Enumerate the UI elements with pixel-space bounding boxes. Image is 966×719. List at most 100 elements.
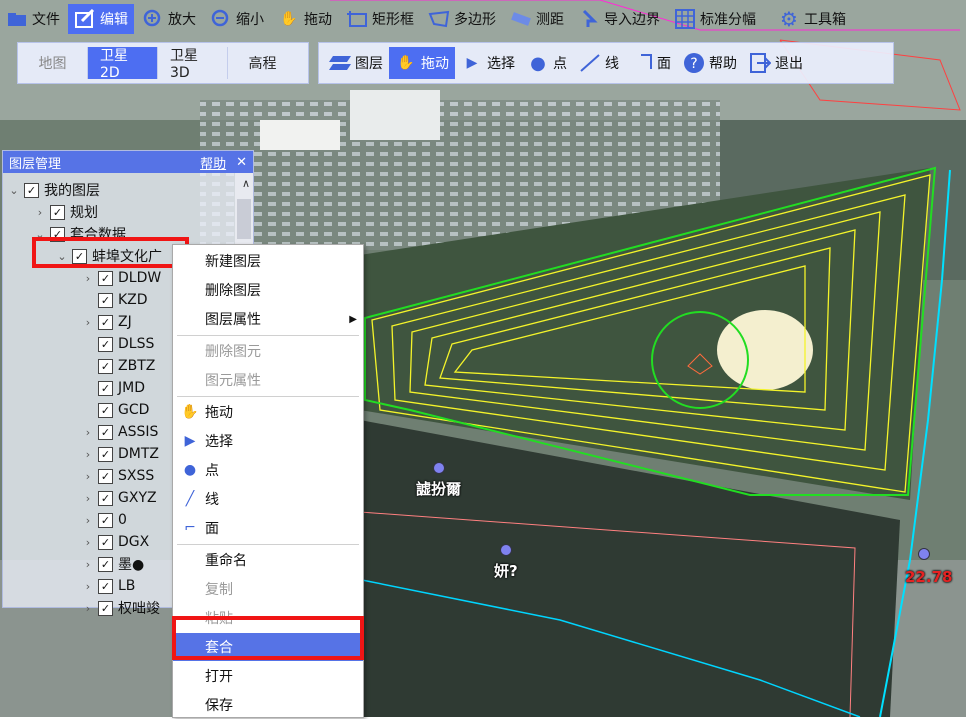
layer-checkbox[interactable]: ✓ [98, 578, 113, 594]
menu-item[interactable]: ▶ 选择 [173, 427, 363, 455]
tree-item[interactable]: ⌄ ✓ 我的图层 [7, 179, 100, 201]
layer-checkbox[interactable]: ✓ [98, 490, 113, 506]
chevron-right-icon[interactable]: › [81, 602, 95, 615]
tree-item[interactable]: › ✓ 0 [81, 509, 127, 531]
toolbar-polygon-button[interactable]: 多边形 [422, 4, 502, 34]
map-pin[interactable] [918, 548, 930, 560]
menu-item[interactable]: ● 点 [173, 456, 363, 484]
menu-item[interactable]: 打开 [173, 662, 363, 690]
menu-item[interactable]: 新建图层 [173, 247, 363, 275]
tool-help[interactable]: ? 帮助 [677, 47, 743, 79]
tree-item-label: 规划 [70, 205, 98, 221]
tab-satellite-3d[interactable]: 卫星3D [158, 47, 228, 81]
chevron-right-icon[interactable]: › [81, 536, 95, 549]
layer-checkbox[interactable]: ✓ [98, 292, 113, 308]
toolbar-import-button[interactable]: 导入边界 [572, 4, 666, 34]
toolbar-grid-button[interactable]: 标准分幅 [668, 4, 762, 34]
tree-item[interactable]: › ✓ DLDW [81, 267, 161, 289]
menu-separator [177, 544, 359, 545]
tree-item[interactable]: › ✓ 规划 [33, 201, 98, 223]
layer-checkbox[interactable]: ✓ [98, 468, 113, 484]
layer-checkbox[interactable]: ✓ [98, 600, 113, 616]
layer-checkbox[interactable]: ✓ [98, 446, 113, 462]
layer-checkbox[interactable]: ✓ [98, 534, 113, 550]
tool-label: 帮助 [709, 56, 737, 72]
close-icon[interactable]: ✕ [236, 155, 247, 170]
chevron-right-icon[interactable]: › [81, 514, 95, 527]
panel-help-link[interactable]: 帮助 [200, 153, 226, 172]
tree-item[interactable]: › ✓ DGX [81, 531, 149, 553]
map-pin[interactable] [500, 544, 512, 556]
menu-item[interactable]: ✋ 拖动 [173, 398, 363, 426]
layer-checkbox[interactable]: ✓ [98, 358, 113, 374]
layer-checkbox[interactable]: ✓ [98, 556, 113, 572]
tool-layers[interactable]: 图层 [323, 47, 389, 79]
menu-item[interactable]: 图元属性 [173, 366, 363, 394]
menu-item[interactable]: 重命名 [173, 546, 363, 574]
tree-item[interactable]: › ✓ ZJ [81, 311, 132, 333]
layer-checkbox[interactable]: ✓ [98, 270, 113, 286]
layer-checkbox[interactable]: ✓ [50, 204, 65, 220]
scroll-thumb[interactable] [237, 199, 251, 239]
point-icon: ● [183, 462, 197, 478]
chevron-right-icon[interactable]: › [81, 492, 95, 505]
tool-line[interactable]: 线 [573, 47, 625, 79]
toolbar-edit-button[interactable]: 编辑 [68, 4, 134, 34]
chevron-right-icon[interactable]: › [81, 426, 95, 439]
toolbar-zoom-out-button[interactable]: 缩小 [204, 4, 270, 34]
toolbar-toolbox-button[interactable]: ⚙ 工具箱 [772, 4, 852, 34]
toolbar-measure-button[interactable]: 测距 [504, 4, 570, 34]
grid-icon [674, 8, 696, 30]
tree-item[interactable]: ✓ ZBTZ [81, 355, 155, 377]
tree-item[interactable]: ✓ KZD [81, 289, 148, 311]
map-pin[interactable] [433, 462, 445, 474]
layer-checkbox[interactable]: ✓ [98, 380, 113, 396]
toolbar-rect-button[interactable]: 矩形框 [340, 4, 420, 34]
tree-item[interactable]: › ✓ ASSIS [81, 421, 159, 443]
chevron-up-icon[interactable]: ∧ [242, 177, 250, 190]
tree-item[interactable]: ✓ GCD [81, 399, 149, 421]
tree-item[interactable]: ✓ DLSS [81, 333, 154, 355]
chevron-down-icon[interactable]: ⌄ [7, 184, 21, 197]
chevron-right-icon[interactable]: › [81, 558, 95, 571]
chevron-right-icon[interactable]: › [81, 580, 95, 593]
tab-satellite-2d[interactable]: 卫星2D [88, 47, 158, 81]
menu-item[interactable]: 图层属性 ▶ [173, 305, 363, 333]
tree-item[interactable]: › ✓ LB [81, 575, 136, 597]
menu-item[interactable]: 删除图元 [173, 337, 363, 365]
menu-item[interactable]: ╱ 线 [173, 485, 363, 513]
toolbar-pan-button[interactable]: ✋ 拖动 [272, 4, 338, 34]
tree-item[interactable]: › ✓ 权咄竣 [81, 597, 160, 619]
tool-select[interactable]: ▶ 选择 [455, 47, 521, 79]
tree-item[interactable]: › ✓ GXYZ [81, 487, 157, 509]
layer-checkbox[interactable]: ✓ [98, 314, 113, 330]
toolbar-file-button[interactable]: 文件 [0, 4, 66, 34]
menu-item[interactable]: 删除图层 [173, 276, 363, 304]
tree-item[interactable]: › ✓ SXSS [81, 465, 154, 487]
tool-point[interactable]: ● 点 [521, 47, 573, 79]
tab-map[interactable]: 地图 [18, 47, 88, 79]
cursor-icon: ▶ [184, 433, 196, 449]
menu-item[interactable]: ⌐ 面 [173, 514, 363, 542]
chevron-right-icon[interactable]: › [81, 316, 95, 329]
chevron-right-icon[interactable]: › [81, 470, 95, 483]
tool-polygon[interactable]: 面 [625, 47, 677, 79]
layer-checkbox[interactable]: ✓ [98, 402, 113, 418]
layer-checkbox[interactable]: ✓ [24, 182, 39, 198]
tool-exit[interactable]: 退出 [743, 47, 809, 79]
chevron-right-icon[interactable]: › [81, 272, 95, 285]
toolbar-label: 导入边界 [604, 12, 660, 28]
tab-elevation[interactable]: 高程 [228, 47, 297, 79]
menu-item[interactable]: 保存 [173, 691, 363, 719]
chevron-right-icon[interactable]: › [81, 448, 95, 461]
menu-item[interactable]: 复制 [173, 575, 363, 603]
layer-checkbox[interactable]: ✓ [98, 512, 113, 528]
chevron-right-icon[interactable]: › [33, 206, 47, 219]
layer-checkbox[interactable]: ✓ [98, 424, 113, 440]
tree-item[interactable]: ✓ JMD [81, 377, 145, 399]
tool-pan[interactable]: ✋ 拖动 [389, 47, 455, 79]
toolbar-zoom-in-button[interactable]: 放大 [136, 4, 202, 34]
tree-item[interactable]: › ✓ 墨● [81, 553, 144, 575]
layer-checkbox[interactable]: ✓ [98, 336, 113, 352]
tree-item[interactable]: › ✓ DMTZ [81, 443, 159, 465]
